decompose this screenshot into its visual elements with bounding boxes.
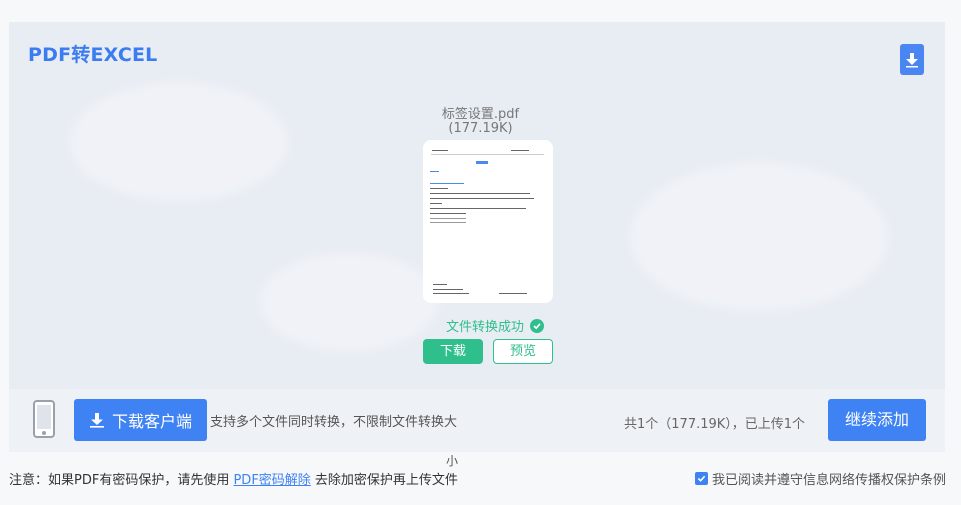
- client-button-label: 下载客户端: [111, 412, 192, 431]
- file-size: (177.19K): [448, 121, 513, 136]
- background-texture: [259, 252, 439, 352]
- preview-button[interactable]: 预览: [493, 339, 553, 364]
- file-thumbnail[interactable]: [423, 140, 553, 303]
- background-texture: [69, 82, 289, 202]
- file-name: 标签设置.pdf: [441, 107, 520, 122]
- download-icon: [906, 52, 918, 67]
- agreement-checkbox[interactable]: [694, 472, 708, 485]
- check-circle-icon: [530, 318, 545, 333]
- download-corner-button[interactable]: [900, 44, 924, 75]
- upload-summary: 共1个（177.19K），已上传1个: [624, 417, 806, 432]
- download-icon: [89, 413, 104, 428]
- conversion-status: 文件转换成功: [446, 316, 545, 335]
- background-texture: [629, 162, 889, 312]
- status-text: 文件转换成功: [446, 320, 525, 335]
- checkbox-icon: [697, 475, 706, 482]
- agreement: 我已阅读并遵守信息网络传播权保护条例: [694, 469, 946, 488]
- password-notice: 注意：如果PDF有密码保护，请先使用 PDF密码解除 去除加密保护再上传文件: [9, 469, 458, 488]
- multi-file-tip-wrap: 小: [446, 454, 459, 468]
- notice-suffix: 去除加密保护再上传文件: [310, 473, 458, 488]
- page-title: PDF转EXCEL: [28, 44, 158, 66]
- notice-prefix: 注意：如果PDF有密码保护，请先使用: [9, 473, 234, 488]
- continue-add-button[interactable]: 继续添加: [828, 399, 926, 441]
- phone-icon: [33, 400, 55, 438]
- download-button[interactable]: 下载: [423, 339, 483, 364]
- multi-file-tip: 支持多个文件同时转换，不限制文件转换大: [210, 415, 458, 430]
- download-client-button[interactable]: 下载客户端: [74, 399, 207, 441]
- agreement-label: 我已阅读并遵守信息网络传播权保护条例: [711, 473, 946, 488]
- pdf-unlock-link[interactable]: PDF密码解除: [233, 473, 310, 488]
